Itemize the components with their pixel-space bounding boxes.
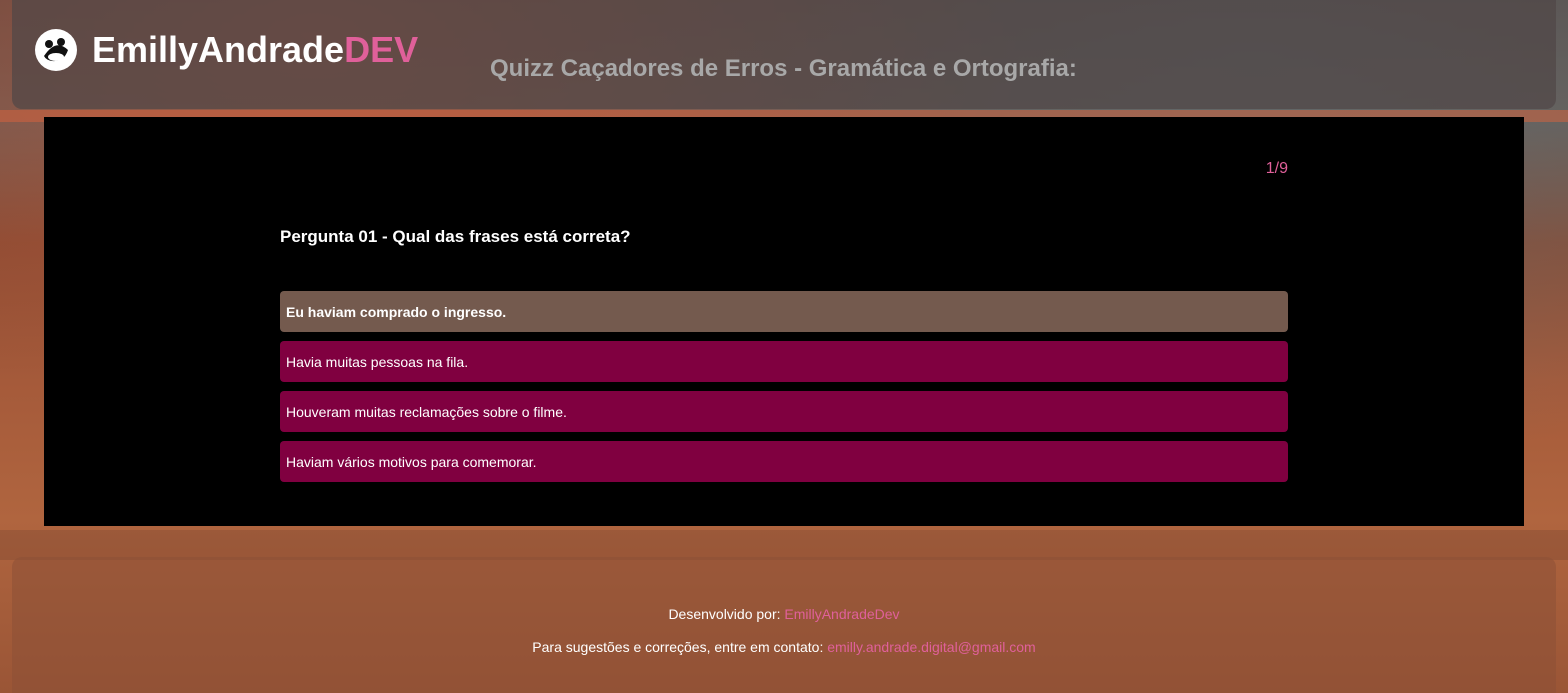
brand-accent: DEV (344, 29, 419, 70)
panda-icon (35, 29, 77, 71)
answer-option-1[interactable]: Eu haviam comprado o ingresso. (280, 291, 1288, 332)
page-title: Quizz Caçadores de Erros - Gramática e O… (490, 55, 1077, 82)
question-text: Pergunta 01 - Qual das frases está corre… (280, 227, 631, 246)
answer-option-3[interactable]: Houveram muitas reclamações sobre o film… (280, 391, 1288, 432)
answer-label: Havia muitas pessoas na fila. (286, 353, 469, 370)
question-counter: 1/9 (1265, 160, 1288, 177)
answer-option-2[interactable]: Havia muitas pessoas na fila. (280, 341, 1288, 382)
answer-label: Haviam vários motivos para comemorar. (286, 453, 537, 470)
background-stripe (0, 530, 1568, 560)
contact-line: Para sugestões e correções, entre em con… (12, 639, 1556, 655)
site-header: EmillyAndradeDEV Quizz Caçadores de Erro… (12, 0, 1556, 109)
answer-option-4[interactable]: Haviam vários motivos para comemorar. (280, 441, 1288, 482)
answer-label: Eu haviam comprado o ingresso. (286, 303, 507, 320)
developer-credit: Desenvolvido por: EmillyAndradeDev (12, 606, 1556, 622)
contact-email-link[interactable]: emilly.andrade.digital@gmail.com (827, 639, 1035, 655)
answer-list: Eu haviam comprado o ingresso. Havia mui… (280, 291, 1288, 491)
brand-name: EmillyAndradeDEV (92, 28, 418, 72)
brand-main: EmillyAndrade (92, 29, 345, 70)
logo[interactable]: EmillyAndradeDEV (34, 28, 418, 72)
quiz-panel: 1/9 Pergunta 01 - Qual das frases está c… (44, 117, 1524, 526)
developer-link[interactable]: EmillyAndradeDev (784, 606, 899, 622)
contact-label: Para sugestões e correções, entre em con… (532, 639, 824, 655)
answer-label: Houveram muitas reclamações sobre o film… (286, 403, 567, 420)
site-footer: Desenvolvido por: EmillyAndradeDev Para … (12, 557, 1556, 693)
developer-label: Desenvolvido por: (668, 606, 781, 622)
